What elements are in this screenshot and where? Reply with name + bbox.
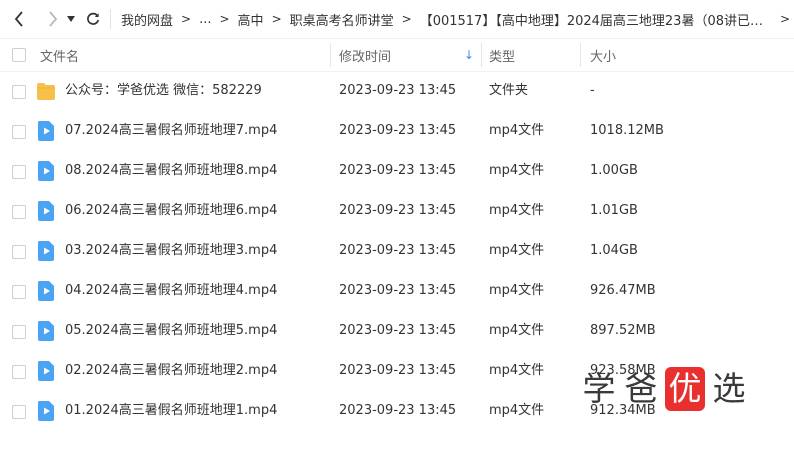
file-row[interactable]: 05.2024高三暑假名师班地理5.mp4 2023-09-23 13:45 mp4… xyxy=(0,311,794,351)
watermark: 学 爸 优 选 xyxy=(578,364,750,414)
row-checkbox[interactable] xyxy=(12,285,26,299)
file-row[interactable]: 公众号：学爸优选 微信：582229 2023-09-23 13:45 文件夹 - xyxy=(0,71,794,111)
row-checkbox[interactable] xyxy=(12,125,26,139)
video-file-icon xyxy=(36,120,56,142)
column-header-type[interactable]: 类型 xyxy=(489,39,515,71)
breadcrumb-more-icon[interactable]: > xyxy=(780,12,790,26)
file-size: 1.00GB xyxy=(590,163,638,178)
row-checkbox[interactable] xyxy=(12,165,26,179)
file-size: 897.52MB xyxy=(590,323,656,338)
row-checkbox[interactable] xyxy=(12,205,26,219)
refresh-icon[interactable] xyxy=(84,0,102,38)
video-file-icon xyxy=(36,400,56,422)
file-type: mp4文件 xyxy=(489,283,545,298)
divider xyxy=(110,9,111,29)
file-type: mp4文件 xyxy=(489,363,545,378)
caret-down-icon[interactable] xyxy=(64,0,78,38)
file-name[interactable]: 04.2024高三暑假名师班地理4.mp4 xyxy=(65,271,277,311)
file-name[interactable]: 公众号：学爸优选 微信：582229 xyxy=(65,71,262,111)
file-type: mp4文件 xyxy=(489,323,545,338)
file-modified-time: 2023-09-23 13:45 xyxy=(339,323,457,338)
video-file-icon xyxy=(36,320,56,342)
navigation-bar: 我的网盘 > ... > 高中 > 职桌高考名师讲堂 > 【001517】【高中… xyxy=(0,0,794,38)
breadcrumb-item-current-folder[interactable]: 【001517】【高中地理】2024届高三地理23暑（08讲已完结）职桌名师..… xyxy=(420,10,774,29)
video-file-icon xyxy=(36,160,56,182)
breadcrumb-item-high-school[interactable]: 高中 xyxy=(238,10,264,29)
column-header-name[interactable]: 文件名 xyxy=(40,39,79,71)
file-modified-time: 2023-09-23 13:45 xyxy=(339,363,457,378)
file-size: 1.04GB xyxy=(590,243,638,258)
file-type: mp4文件 xyxy=(489,403,545,418)
file-name[interactable]: 03.2024高三暑假名师班地理3.mp4 xyxy=(65,231,277,271)
breadcrumb-separator: > xyxy=(181,12,192,26)
breadcrumb-separator: > xyxy=(271,12,282,26)
column-header-size[interactable]: 大小 xyxy=(590,39,616,71)
file-name[interactable]: 02.2024高三暑假名师班地理2.mp4 xyxy=(65,351,277,391)
column-divider[interactable] xyxy=(481,43,482,67)
chevron-left-icon[interactable] xyxy=(10,0,28,38)
file-name[interactable]: 06.2024高三暑假名师班地理6.mp4 xyxy=(65,191,277,231)
select-all-checkbox[interactable] xyxy=(12,48,26,62)
watermark-char-highlight: 优 xyxy=(665,367,705,411)
file-list-header: 文件名 修改时间 ↓ 类型 大小 xyxy=(0,38,794,72)
file-modified-time: 2023-09-23 13:45 xyxy=(339,163,457,178)
watermark-char: 爸 xyxy=(624,369,658,408)
column-divider[interactable] xyxy=(330,43,331,67)
file-name[interactable]: 08.2024高三暑假名师班地理8.mp4 xyxy=(65,151,277,191)
breadcrumb-separator: > xyxy=(401,12,412,26)
file-row[interactable]: 04.2024高三暑假名师班地理4.mp4 2023-09-23 13:45 mp4… xyxy=(0,271,794,311)
breadcrumb-separator: > xyxy=(219,12,230,26)
file-modified-time: 2023-09-23 13:45 xyxy=(339,83,457,98)
row-checkbox[interactable] xyxy=(12,325,26,339)
file-type: mp4文件 xyxy=(489,163,545,178)
file-type: mp4文件 xyxy=(489,243,545,258)
file-modified-time: 2023-09-23 13:45 xyxy=(339,403,457,418)
folder-icon xyxy=(36,80,56,102)
watermark-char: 选 xyxy=(712,369,746,408)
file-modified-time: 2023-09-23 13:45 xyxy=(339,243,457,258)
file-size: 1018.12MB xyxy=(590,123,664,138)
chevron-right-icon[interactable] xyxy=(44,0,62,38)
column-header-modified[interactable]: 修改时间 ↓ xyxy=(339,39,480,71)
breadcrumb: 我的网盘 > ... > 高中 > 职桌高考名师讲堂 > 【001517】【高中… xyxy=(121,10,774,29)
watermark-char: 学 xyxy=(582,369,616,408)
file-type: mp4文件 xyxy=(489,203,545,218)
video-file-icon xyxy=(36,240,56,262)
file-name[interactable]: 05.2024高三暑假名师班地理5.mp4 xyxy=(65,311,277,351)
breadcrumb-item-my-drive[interactable]: 我的网盘 xyxy=(121,10,173,29)
file-name[interactable]: 01.2024高三暑假名师班地理1.mp4 xyxy=(65,391,277,431)
breadcrumb-item-lecture-hall[interactable]: 职桌高考名师讲堂 xyxy=(290,10,394,29)
column-header-modified-label: 修改时间 xyxy=(339,49,392,65)
row-checkbox[interactable] xyxy=(12,245,26,259)
sort-descending-icon: ↓ xyxy=(463,48,474,62)
file-modified-time: 2023-09-23 13:45 xyxy=(339,203,457,218)
row-checkbox[interactable] xyxy=(12,85,26,99)
file-name[interactable]: 07.2024高三暑假名师班地理7.mp4 xyxy=(65,111,277,151)
file-row[interactable]: 08.2024高三暑假名师班地理8.mp4 2023-09-23 13:45 mp4… xyxy=(0,151,794,191)
video-file-icon xyxy=(36,200,56,222)
file-row[interactable]: 06.2024高三暑假名师班地理6.mp4 2023-09-23 13:45 mp4… xyxy=(0,191,794,231)
file-size: 926.47MB xyxy=(590,283,656,298)
file-row[interactable]: 07.2024高三暑假名师班地理7.mp4 2023-09-23 13:45 mp4… xyxy=(0,111,794,151)
file-type: mp4文件 xyxy=(489,123,545,138)
video-file-icon xyxy=(36,280,56,302)
breadcrumb-item-ellipsis[interactable]: ... xyxy=(199,12,211,27)
file-modified-time: 2023-09-23 13:45 xyxy=(339,283,457,298)
file-row[interactable]: 03.2024高三暑假名师班地理3.mp4 2023-09-23 13:45 mp4… xyxy=(0,231,794,271)
file-modified-time: 2023-09-23 13:45 xyxy=(339,123,457,138)
row-checkbox[interactable] xyxy=(12,365,26,379)
file-type: 文件夹 xyxy=(489,83,529,98)
file-size: - xyxy=(590,83,595,98)
video-file-icon xyxy=(36,360,56,382)
column-divider[interactable] xyxy=(580,43,581,67)
row-checkbox[interactable] xyxy=(12,405,26,419)
file-size: 1.01GB xyxy=(590,203,638,218)
